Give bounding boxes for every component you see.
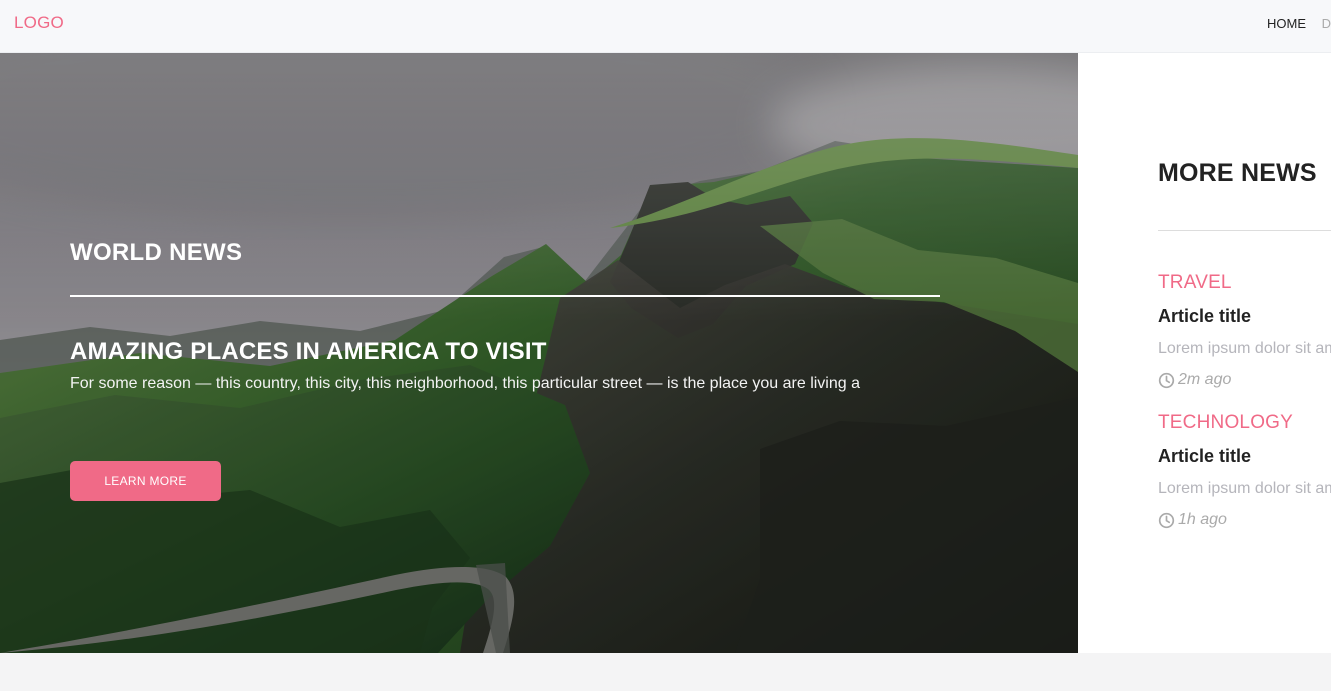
clock-icon xyxy=(1158,372,1175,389)
more-news-sidebar: MORE NEWS TRAVEL Article title Lorem ips… xyxy=(1078,53,1331,653)
news-item[interactable]: TECHNOLOGY Article title Lorem ipsum dol… xyxy=(1158,412,1331,542)
news-title[interactable]: Article title xyxy=(1158,306,1251,327)
news-time: 1h ago xyxy=(1178,511,1227,528)
top-navigation-bar: LOGO HOME DI xyxy=(0,0,1331,53)
news-time: 2m ago xyxy=(1178,371,1232,388)
nav-second-link[interactable]: DI xyxy=(1322,16,1331,31)
news-item[interactable]: TRAVEL Article title Lorem ipsum dolor s… xyxy=(1158,272,1331,402)
main-navigation: HOME DI xyxy=(1267,16,1331,31)
news-excerpt: Lorem ipsum dolor sit amet xyxy=(1158,480,1331,497)
more-news-heading: MORE NEWS xyxy=(1158,159,1317,187)
hero-content: WORLD NEWS AMAZING PLACES IN AMERICA TO … xyxy=(70,53,940,653)
logo-link[interactable]: LOGO xyxy=(14,13,64,33)
hero-article-title: AMAZING PLACES IN AMERICA TO VISIT xyxy=(70,338,547,365)
news-title[interactable]: Article title xyxy=(1158,446,1251,467)
sidebar-content: MORE NEWS TRAVEL Article title Lorem ips… xyxy=(1158,53,1331,653)
sidebar-divider xyxy=(1158,230,1331,231)
news-excerpt: Lorem ipsum dolor sit amet xyxy=(1158,340,1331,357)
page-footer-band xyxy=(0,653,1331,691)
featured-news-hero: WORLD NEWS AMAZING PLACES IN AMERICA TO … xyxy=(0,53,1078,653)
news-category-technology: TECHNOLOGY xyxy=(1158,412,1294,433)
news-category-travel: TRAVEL xyxy=(1158,272,1232,293)
clock-icon xyxy=(1158,512,1175,529)
hero-divider xyxy=(70,295,940,297)
learn-more-button[interactable]: LEARN MORE xyxy=(70,461,221,501)
hero-category-heading: WORLD NEWS xyxy=(70,239,243,266)
hero-article-excerpt: For some reason — this country, this cit… xyxy=(70,375,860,392)
nav-home-link[interactable]: HOME xyxy=(1267,16,1306,31)
